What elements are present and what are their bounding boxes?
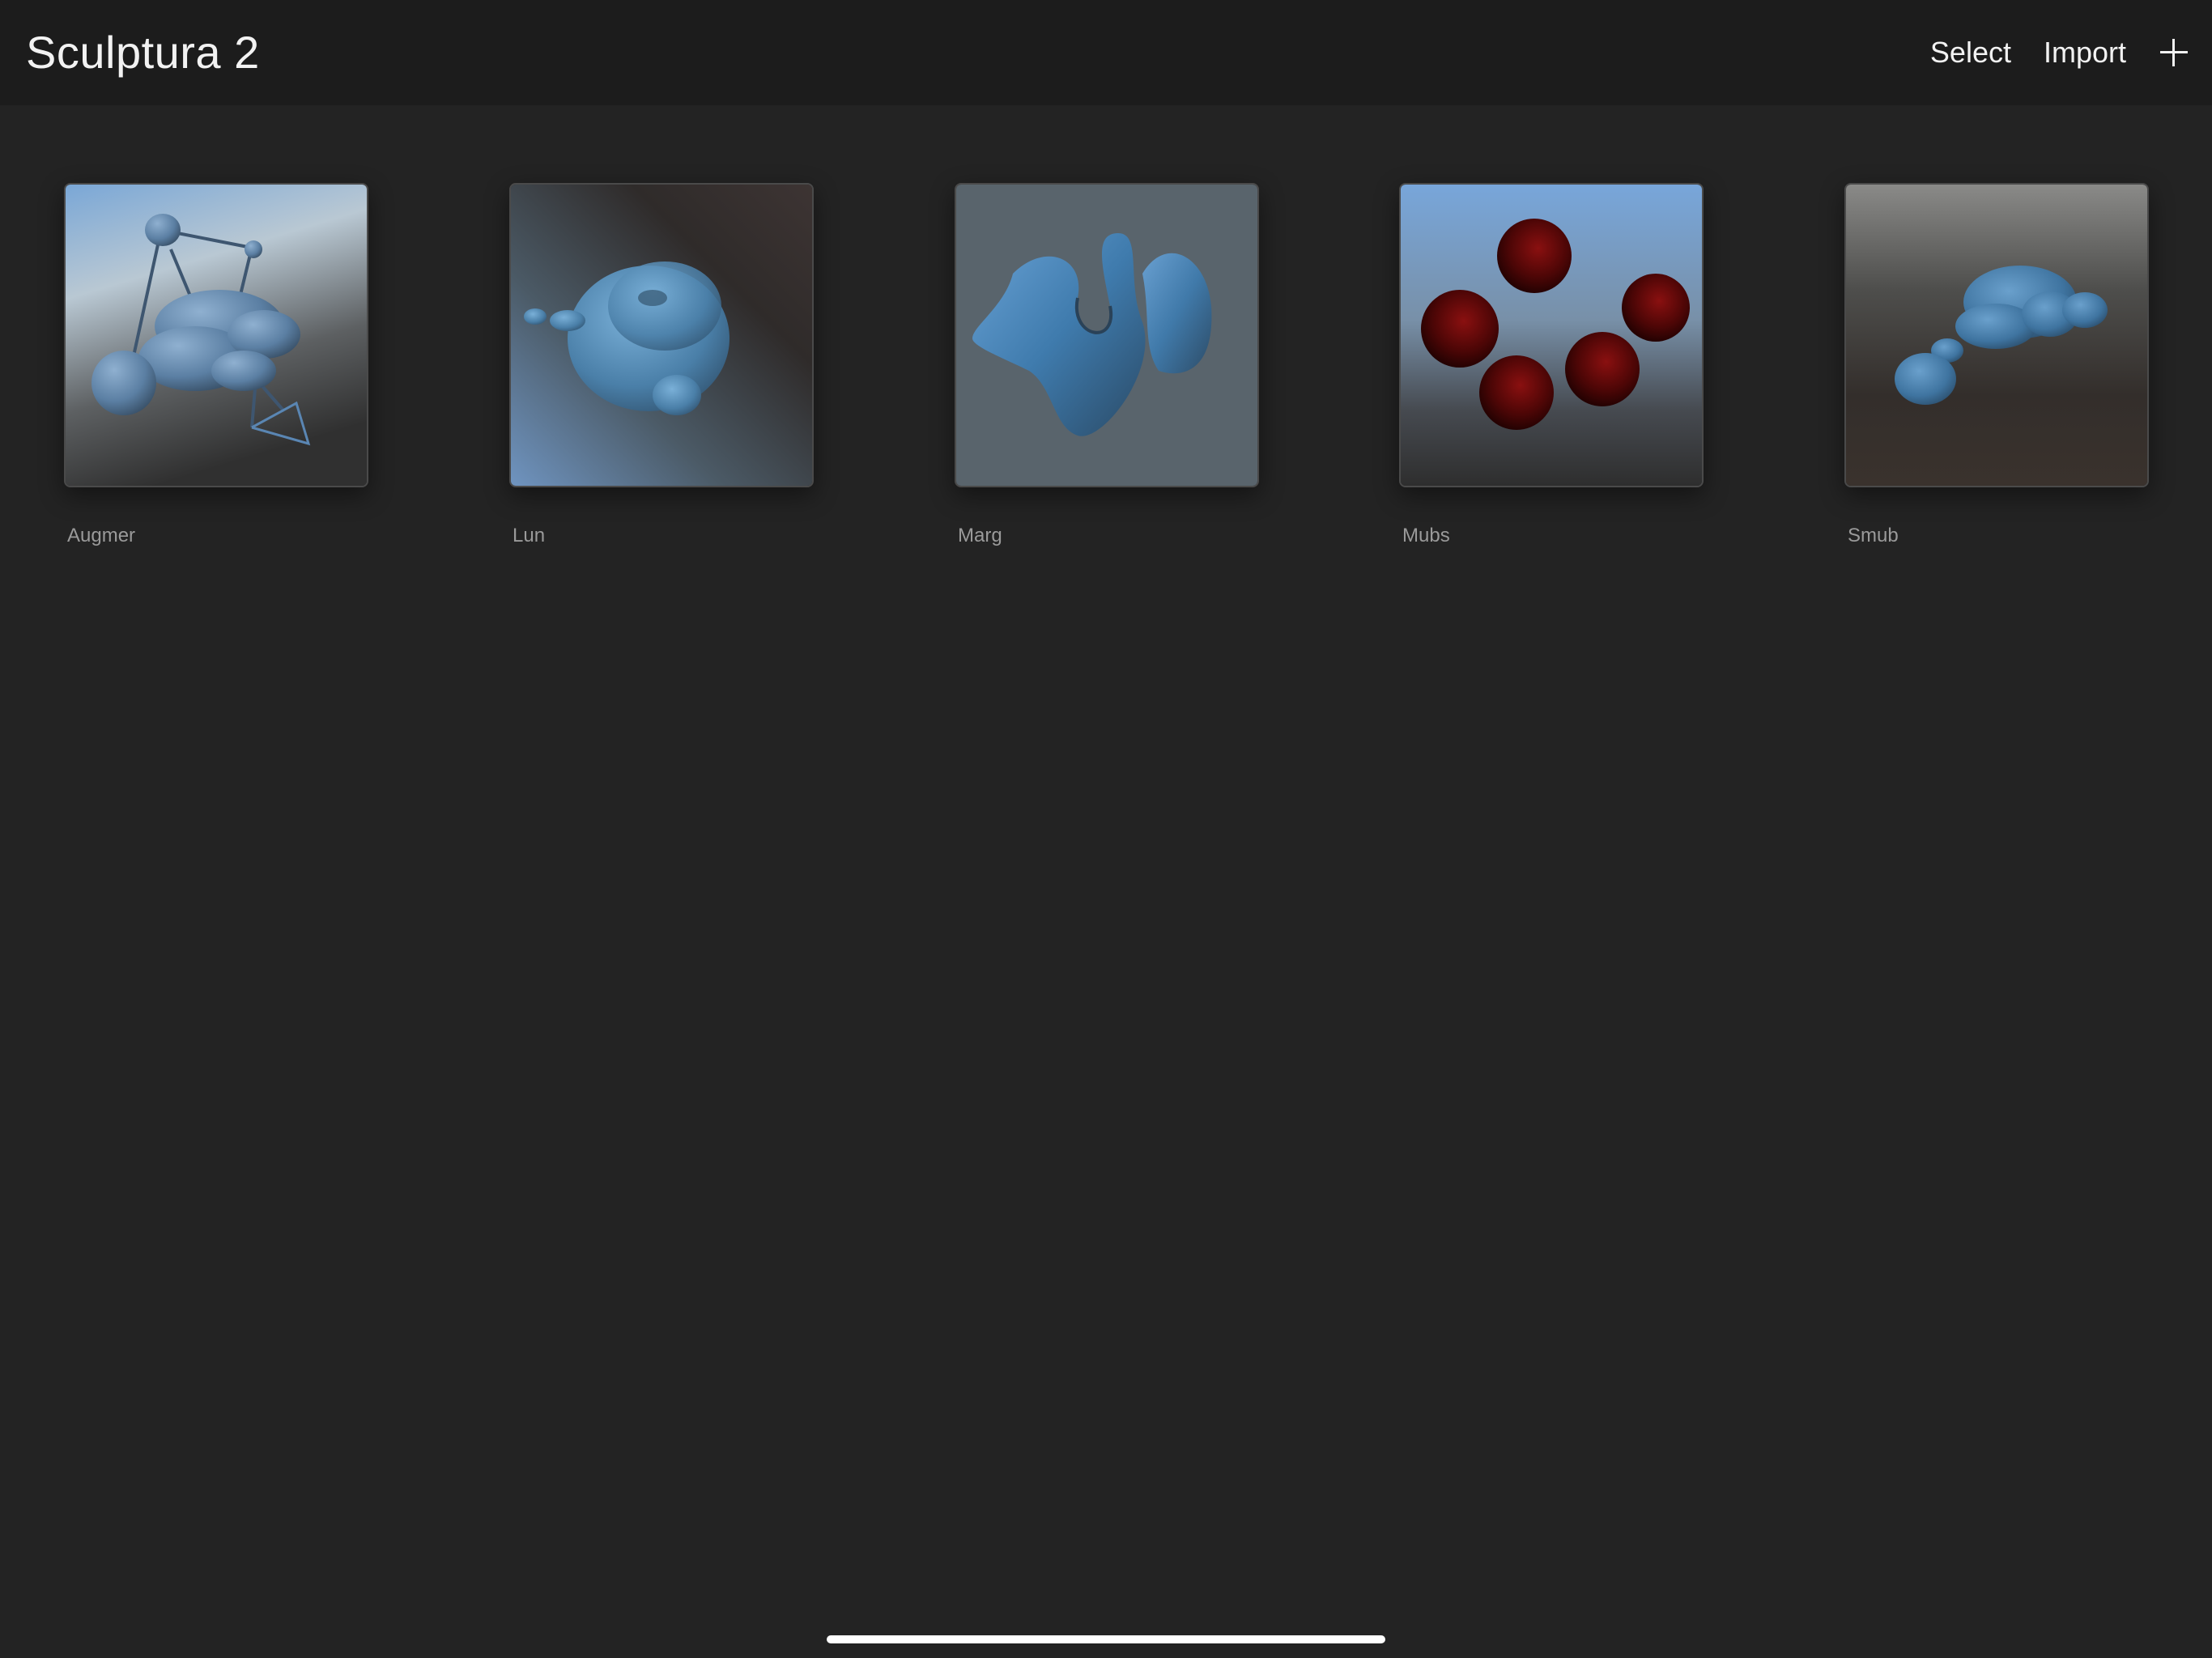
sculpture-preview-image [511,185,812,486]
project-name: Lun [513,525,546,546]
project-card-smub[interactable]: Smub [1844,183,2149,546]
project-thumbnail[interactable] [509,183,814,487]
project-thumbnail[interactable] [1399,183,1704,487]
project-thumbnail[interactable] [64,183,368,487]
home-indicator[interactable] [827,1635,1385,1643]
app-root: Sculptura 2 Select Import Augmer Lun Mar… [0,0,2212,1658]
project-card-lun[interactable]: Lun [509,183,814,546]
project-name: Augmer [67,525,136,546]
import-button[interactable]: Import [2044,36,2126,70]
plus-icon[interactable] [2160,39,2188,66]
sculpture-preview-image [1401,185,1702,486]
top-bar: Sculptura 2 Select Import [0,0,2212,105]
select-button[interactable]: Select [1930,36,2011,70]
project-name: Mubs [1402,525,1450,546]
project-thumbnail[interactable] [955,183,1259,487]
project-name: Smub [1848,525,1899,546]
project-card-mubs[interactable]: Mubs [1399,183,1704,546]
app-title: Sculptura 2 [26,27,260,78]
sculpture-preview-image [956,185,1257,486]
sculpture-preview-image [1846,185,2147,486]
project-card-augmer[interactable]: Augmer [64,183,368,546]
top-actions: Select Import [1898,24,2188,81]
project-card-marg[interactable]: Marg [955,183,1259,546]
project-name: Marg [958,525,1002,546]
project-thumbnail[interactable] [1844,183,2149,487]
sculpture-preview-image [66,185,367,486]
